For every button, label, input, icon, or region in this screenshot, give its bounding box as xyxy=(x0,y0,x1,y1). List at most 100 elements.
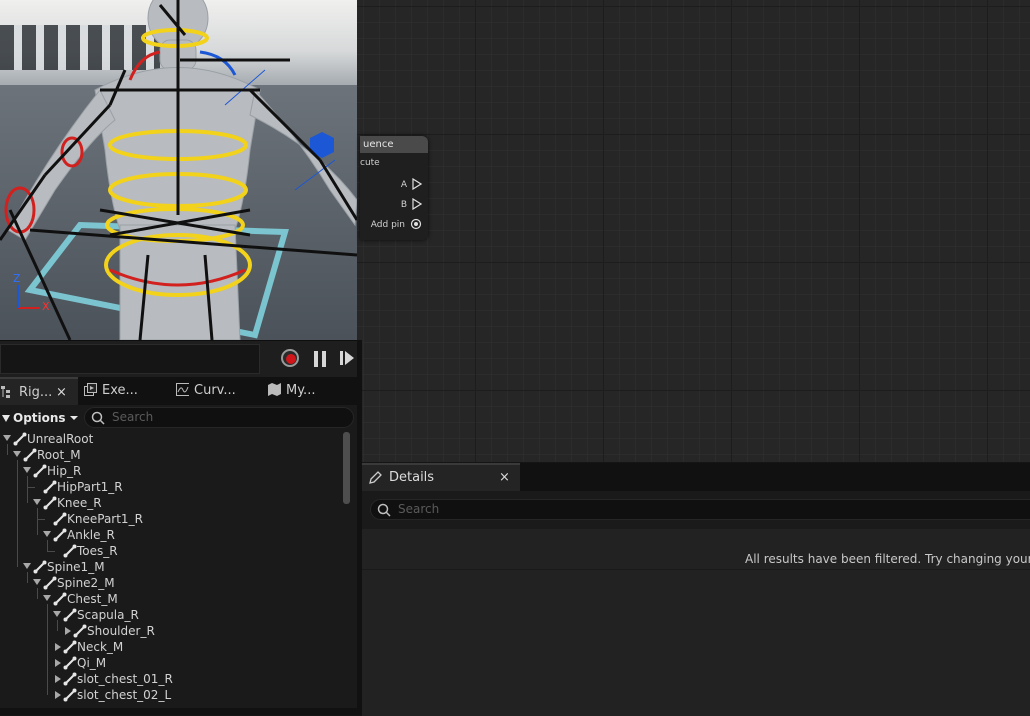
panel-bottom-edge xyxy=(0,708,357,715)
exec-pin-icon xyxy=(412,197,423,211)
bone-icon xyxy=(63,640,77,654)
close-icon[interactable]: × xyxy=(56,379,67,407)
tree-item[interactable]: Spine2_M xyxy=(0,575,340,591)
close-icon[interactable]: × xyxy=(499,465,510,491)
tree-scrollbar[interactable] xyxy=(343,432,350,504)
options-button[interactable]: Options xyxy=(0,409,78,427)
expand-arrow-down-icon[interactable] xyxy=(33,499,41,505)
bone-icon xyxy=(63,544,77,558)
expand-arrow-down-icon[interactable] xyxy=(43,595,51,601)
tree-item[interactable]: slot_chest_02_L xyxy=(0,687,340,703)
expand-arrow-right-icon[interactable] xyxy=(55,691,61,699)
rig-search-input[interactable]: Search xyxy=(84,407,354,428)
transport-bar xyxy=(0,340,357,377)
expand-arrow-right-icon[interactable] xyxy=(65,627,71,635)
details-tabbar: Details × xyxy=(362,463,1030,491)
add-pin-button[interactable]: Add pin xyxy=(371,218,422,230)
pin-b[interactable]: B xyxy=(401,197,423,211)
character-rig-scene xyxy=(0,0,357,340)
exec-pin-icon xyxy=(412,177,423,191)
tree-item-label: Spine2_M xyxy=(57,576,115,590)
tree-item[interactable]: Root_M xyxy=(0,447,340,463)
bone-icon xyxy=(43,480,57,494)
bone-icon xyxy=(43,576,57,590)
bone-icon xyxy=(63,688,77,702)
details-empty-message: All results have been filtered. Try chan… xyxy=(745,552,1030,566)
details-body: All results have been filtered. Try chan… xyxy=(362,529,1030,569)
tree-item[interactable]: Shoulder_R xyxy=(0,623,340,639)
expand-arrow-down-icon[interactable] xyxy=(23,563,31,569)
curve-icon xyxy=(176,383,189,396)
tree-item-label: Toes_R xyxy=(77,544,118,558)
tree-item-label: Qi_M xyxy=(77,656,107,670)
bone-icon xyxy=(73,624,87,638)
bone-icon xyxy=(43,496,57,510)
tree-item-label: slot_chest_01_R xyxy=(77,672,173,686)
execution-stack-icon xyxy=(84,383,97,396)
tree-item[interactable]: Ankle_R xyxy=(0,527,340,543)
expand-arrow-down-icon[interactable] xyxy=(13,451,21,457)
tree-item[interactable]: Spine1_M xyxy=(0,559,340,575)
pause-button[interactable] xyxy=(310,348,332,370)
expand-arrow-down-icon[interactable] xyxy=(43,531,51,537)
node-title: uence xyxy=(360,136,428,153)
tab-label: My... xyxy=(286,383,316,398)
tree-item[interactable]: slot_chest_01_R xyxy=(0,671,340,687)
pin-label: Add pin xyxy=(370,220,405,230)
tab-details[interactable]: Details × xyxy=(362,463,520,491)
rig-viewport[interactable]: X Z xyxy=(0,0,357,340)
expand-arrow-right-icon[interactable] xyxy=(55,675,61,683)
tab-execution-stack[interactable]: Exe... xyxy=(84,377,138,405)
details-toolbar: Search xyxy=(362,491,1030,529)
tree-item-label: Spine1_M xyxy=(47,560,105,574)
tree-item[interactable]: Hip_R xyxy=(0,463,340,479)
tree-item[interactable]: Chest_M xyxy=(0,591,340,607)
expand-arrow-right-icon[interactable] xyxy=(55,643,61,651)
timeline-field[interactable] xyxy=(0,344,260,374)
tab-label: Rig... xyxy=(19,385,53,400)
tab-curve-container[interactable]: Curv... xyxy=(176,377,236,405)
pin-label: A xyxy=(400,180,407,190)
sequence-node[interactable]: uence cute A B Add pin xyxy=(360,136,428,240)
character-left-arm xyxy=(7,89,116,241)
search-placeholder: Search xyxy=(112,410,154,424)
left-panel-tabbar: Rig... × Exe... Curv... My... xyxy=(0,377,357,405)
expand-arrow-down-icon[interactable] xyxy=(33,579,41,585)
add-pin-icon xyxy=(410,218,422,230)
tree-item-label: Shoulder_R xyxy=(87,624,155,638)
tree-item[interactable]: HipPart1_R xyxy=(0,479,340,495)
tree-item[interactable]: Qi_M xyxy=(0,655,340,671)
rig-hierarchy-icon xyxy=(1,386,10,398)
tree-item[interactable]: KneePart1_R xyxy=(0,511,340,527)
expand-arrow-down-icon[interactable] xyxy=(53,611,61,617)
details-search-input[interactable]: Search xyxy=(370,499,1030,520)
tree-item[interactable]: UnrealRoot xyxy=(0,431,340,447)
expand-arrow-down-icon[interactable] xyxy=(23,467,31,473)
tree-guide-line xyxy=(37,519,45,520)
expand-arrow-right-icon[interactable] xyxy=(55,659,61,667)
record-icon xyxy=(286,354,296,364)
tab-my-blueprint[interactable]: My... xyxy=(268,377,315,405)
map-icon xyxy=(268,383,281,396)
tab-label: Exe... xyxy=(102,383,138,398)
bone-icon xyxy=(63,672,77,686)
rig-hierarchy-tree[interactable]: UnrealRoot Root_M Hip_R HipPart1_R Knee_R Kne… xyxy=(0,430,357,708)
tab-label: Curv... xyxy=(194,383,236,398)
axis-z-label: Z xyxy=(13,272,21,285)
tree-item[interactable]: Scapula_R xyxy=(0,607,340,623)
rig-graph-canvas[interactable] xyxy=(357,0,1030,462)
tree-item[interactable]: Toes_R xyxy=(0,543,340,559)
tree-item[interactable]: Neck_M xyxy=(0,639,340,655)
details-tab-label: Details xyxy=(389,470,435,485)
tree-guide-line xyxy=(47,551,55,552)
bone-icon xyxy=(53,512,67,526)
tree-item-label: slot_chest_02_L xyxy=(77,688,172,702)
tree-item[interactable]: Knee_R xyxy=(0,495,340,511)
tab-rig-hierarchy[interactable]: Rig... × xyxy=(0,377,78,405)
pin-a[interactable]: A xyxy=(400,177,423,191)
expand-arrow-down-icon[interactable] xyxy=(3,435,11,441)
record-button[interactable] xyxy=(280,348,302,370)
tree-item-label: Ankle_R xyxy=(67,528,115,542)
tree-item-label: HipPart1_R xyxy=(57,480,123,494)
tree-item-label: Scapula_R xyxy=(77,608,139,622)
